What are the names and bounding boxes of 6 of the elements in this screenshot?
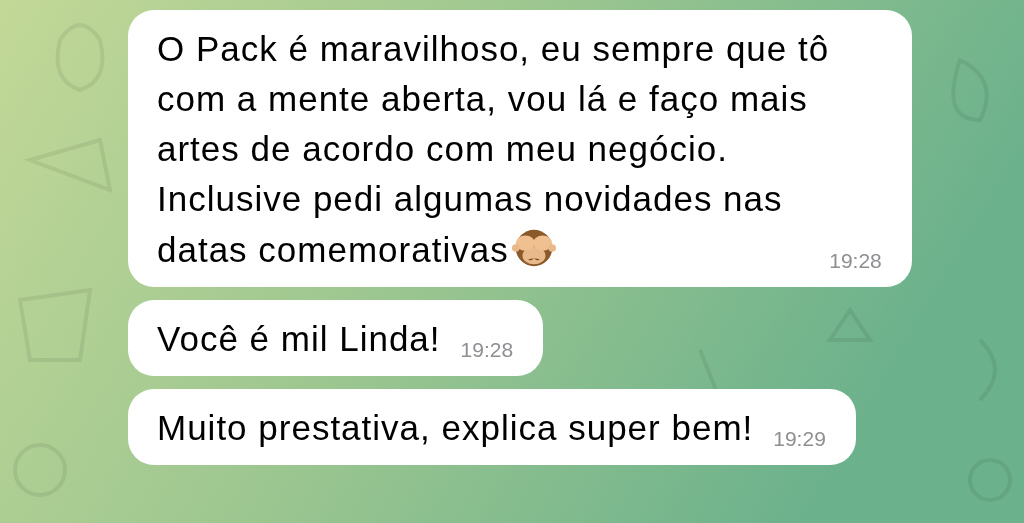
message-time: 19:28 [460, 338, 514, 362]
message-text: O Pack é maravilhoso, eu sempre que tô com a mente aberta, vou lá e faço mais artes de acordo com meu negócio. Inclusive pedi algumas novidades nas datas comemorativas [157, 29, 830, 269]
message-text: Muito prestativa, explica super bem! [157, 408, 754, 447]
message-time: 19:29 [773, 427, 826, 451]
message-text: Você é mil Linda! [157, 319, 441, 358]
message-time: 19:28 [829, 249, 882, 273]
